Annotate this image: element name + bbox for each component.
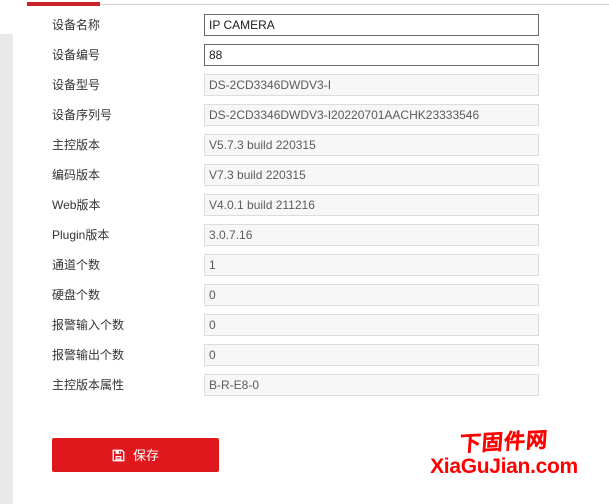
save-button-label: 保存 [132, 447, 159, 463]
form-row: 设备编号 [0, 44, 609, 74]
form-row: 主控版本 [0, 134, 609, 164]
form-row-input [204, 284, 539, 306]
form-row-label: 通道个数 [52, 258, 101, 272]
form-row-input [204, 194, 539, 216]
form-row-label: 硬盘个数 [52, 288, 101, 302]
active-tab-indicator [27, 2, 100, 6]
form-row-input[interactable] [204, 44, 539, 66]
form-row-label: Web版本 [52, 198, 101, 212]
tab-bar [0, 0, 609, 8]
form-row: 设备型号 [0, 74, 609, 104]
form-row-input [204, 104, 539, 126]
form-row-input [204, 224, 539, 246]
form-row-label: 设备型号 [52, 78, 101, 92]
form-row-label: 设备名称 [52, 18, 101, 32]
form-row-input [204, 134, 539, 156]
form-row-label: 主控版本 [52, 138, 101, 152]
device-info-form: 设备名称设备编号设备型号设备序列号主控版本编码版本 Web版本 Plugin版本通道… [0, 14, 609, 404]
form-row: 报警输出个数 [0, 344, 609, 374]
form-row: 编码版本 [0, 164, 609, 194]
form-row-input [204, 254, 539, 276]
form-row: 设备名称 [0, 14, 609, 44]
form-row-label: Plugin版本 [52, 228, 110, 242]
form-row: 硬盘个数 [0, 284, 609, 314]
form-row-input [204, 164, 539, 186]
form-row-input [204, 74, 539, 96]
form-row: Web版本 [0, 194, 609, 224]
form-row-input [204, 314, 539, 336]
form-row-label: 报警输入个数 [52, 318, 125, 332]
form-row-input[interactable] [204, 14, 539, 36]
watermark-brush-text: 下固件网 [458, 427, 550, 457]
form-row-label: 编码版本 [52, 168, 101, 182]
form-row-input [204, 374, 539, 396]
tab-bar-divider [27, 4, 609, 5]
floppy-disk-icon [112, 448, 126, 462]
site-watermark: 下固件网 XiaGuJian.com [404, 428, 604, 492]
form-row: 主控版本属性 [0, 374, 609, 404]
form-row-label: 报警输出个数 [52, 348, 125, 362]
form-row: Plugin版本 [0, 224, 609, 254]
save-button[interactable]: 保存 [52, 438, 219, 472]
form-row: 报警输入个数 [0, 314, 609, 344]
form-row-label: 设备序列号 [52, 108, 113, 122]
form-row: 设备序列号 [0, 104, 609, 134]
form-row: 通道个数 [0, 254, 609, 284]
form-row-label: 主控版本属性 [52, 378, 125, 392]
form-row-input [204, 344, 539, 366]
form-row-label: 设备编号 [52, 48, 101, 62]
watermark-domain-text: XiaGuJian.com [430, 455, 578, 478]
